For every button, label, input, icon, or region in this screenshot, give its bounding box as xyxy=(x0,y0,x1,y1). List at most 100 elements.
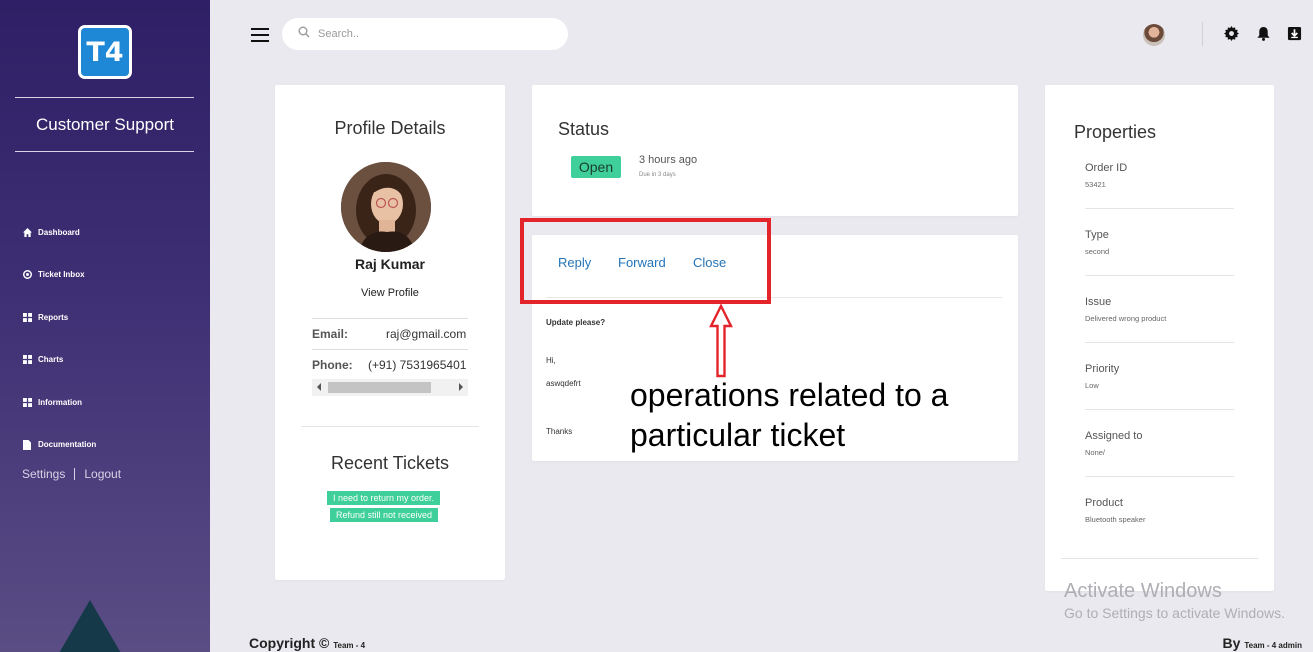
menu-icon[interactable] xyxy=(251,28,269,42)
search-bar xyxy=(282,18,568,50)
status-title: Status xyxy=(558,119,610,139)
search-input[interactable] xyxy=(318,28,538,40)
divider xyxy=(312,318,468,319)
sidebar-item-label: Information xyxy=(38,397,82,407)
recent-ticket-tag[interactable]: Refund still not received xyxy=(330,508,439,522)
property-label: Product xyxy=(1085,497,1123,509)
recent-tickets-title: Recent Tickets xyxy=(330,453,450,473)
gear-icon[interactable] xyxy=(1224,26,1240,42)
scroll-left-icon[interactable] xyxy=(317,383,321,391)
profile-photo xyxy=(341,162,431,252)
sidebar-item-documentation[interactable]: Documentation xyxy=(22,424,96,467)
logo[interactable]: T4 xyxy=(78,25,132,79)
sidebar-item-label: Charts xyxy=(38,355,64,365)
sidebar-item-ticket-inbox[interactable]: Ticket Inbox xyxy=(22,254,96,297)
brand-title: Customer Support xyxy=(36,115,174,134)
logo-text: T4 xyxy=(81,28,129,76)
property-label: Order ID xyxy=(1085,162,1128,174)
sidebar-item-dashboard[interactable]: Dashboard xyxy=(22,211,96,254)
property-value: Delivered wrong product xyxy=(1085,314,1167,323)
status-card: Status Open 3 hours ago Due in 3 days xyxy=(532,85,1018,216)
property-value: second xyxy=(1085,247,1110,256)
view-profile-link[interactable]: View Profile xyxy=(275,287,505,299)
property-label: Priority xyxy=(1085,363,1120,375)
property-label: Assigned to xyxy=(1085,430,1143,442)
copyright-team: Team - 4 xyxy=(333,641,366,650)
properties-card: Properties Order ID 53421 Type second Is… xyxy=(1045,85,1274,591)
grid-icon xyxy=(22,355,32,365)
sidebar-item-reports[interactable]: Reports xyxy=(22,296,96,339)
bell-icon[interactable] xyxy=(1256,26,1272,42)
email-value: raj@gmail.com xyxy=(386,327,467,341)
home-icon xyxy=(22,227,32,237)
property-value: Bluetooth speaker xyxy=(1085,515,1146,524)
phone-value: (+91) 7531965401 xyxy=(368,358,467,372)
profile-title: Profile Details xyxy=(334,118,446,138)
sidebar-item-charts[interactable]: Charts xyxy=(22,339,96,382)
copyright-text: Copyright © xyxy=(249,635,334,651)
document-icon xyxy=(22,439,32,450)
message-greeting: Hi, xyxy=(546,356,556,365)
sidebar-divider xyxy=(15,97,194,98)
property-label: Type xyxy=(1085,229,1109,241)
settings-link[interactable]: Settings xyxy=(22,467,65,481)
logout-link[interactable]: Logout xyxy=(84,467,121,481)
scroll-right-icon[interactable] xyxy=(459,383,463,391)
divider xyxy=(1085,275,1234,276)
grid-icon xyxy=(22,312,32,322)
grid-icon xyxy=(22,397,32,407)
status-due: Due in 3 days xyxy=(639,172,676,178)
divider xyxy=(1085,208,1234,209)
download-icon[interactable] xyxy=(1287,26,1303,42)
sidebar-item-label: Reports xyxy=(38,312,69,322)
divider xyxy=(301,426,479,427)
watermark-title: Activate Windows xyxy=(1064,580,1222,602)
search-icon xyxy=(298,25,310,43)
email-row: Email: raj@gmail.com xyxy=(312,327,468,341)
sidebar-item-information[interactable]: Information xyxy=(22,381,96,424)
properties-title: Properties xyxy=(1074,122,1157,142)
property-value: Low xyxy=(1085,381,1099,390)
profile-name: Raj Kumar xyxy=(354,256,426,272)
status-badge: Open xyxy=(571,156,621,178)
footer-credit: By Team - 4 admin xyxy=(1223,635,1302,651)
sidebar-nav: Dashboard Ticket Inbox Reports Charts In… xyxy=(22,211,96,466)
divider xyxy=(1085,409,1234,410)
email-label: Email: xyxy=(312,327,349,341)
divider xyxy=(1085,476,1234,477)
divider xyxy=(312,349,468,350)
property-value: None/ xyxy=(1085,448,1106,457)
sidebar-item-label: Documentation xyxy=(38,440,97,450)
watermark-subtitle: Go to Settings to activate Windows. xyxy=(1064,605,1285,621)
divider xyxy=(1202,22,1203,46)
sidebar: T4 Customer Support Dashboard Ticket Inb… xyxy=(0,0,210,652)
sidebar-item-label: Ticket Inbox xyxy=(38,270,85,280)
annotation-arrow-icon xyxy=(709,304,733,378)
message-body: aswqdefrt xyxy=(546,379,581,388)
profile-card: Profile Details Raj Kumar View Profile E… xyxy=(275,85,505,580)
annotation-text: operations related to a particular ticke… xyxy=(630,377,949,453)
sidebar-item-label: Dashboard xyxy=(38,227,80,237)
message-signoff: Thanks xyxy=(546,427,573,436)
phone-row: Phone: (+91) 7531965401 xyxy=(312,358,468,372)
user-avatar[interactable] xyxy=(1143,24,1165,46)
property-value: 53421 xyxy=(1085,180,1106,189)
annotation-highlight-box xyxy=(520,218,771,304)
message-subject: Update please? xyxy=(546,318,606,327)
credit-team: Team - 4 admin xyxy=(1244,641,1302,650)
sidebar-decoration xyxy=(55,600,125,652)
status-time: 3 hours ago xyxy=(639,154,698,166)
scroll-thumb[interactable] xyxy=(328,382,431,393)
horizontal-scrollbar[interactable] xyxy=(312,379,468,396)
activate-windows-watermark: Activate Windows Go to Settings to activ… xyxy=(1064,580,1285,621)
separator xyxy=(74,468,76,480)
inbox-icon xyxy=(22,270,32,280)
phone-label: Phone: xyxy=(312,358,353,372)
footer-copyright: Copyright © Team - 4 xyxy=(249,635,365,651)
credit-text: By xyxy=(1222,635,1245,651)
divider xyxy=(1061,558,1258,559)
recent-ticket-tag[interactable]: I need to return my order. xyxy=(327,491,441,505)
settings-row: Settings Logout xyxy=(22,467,121,481)
property-label: Issue xyxy=(1085,296,1112,308)
divider xyxy=(1085,342,1234,343)
